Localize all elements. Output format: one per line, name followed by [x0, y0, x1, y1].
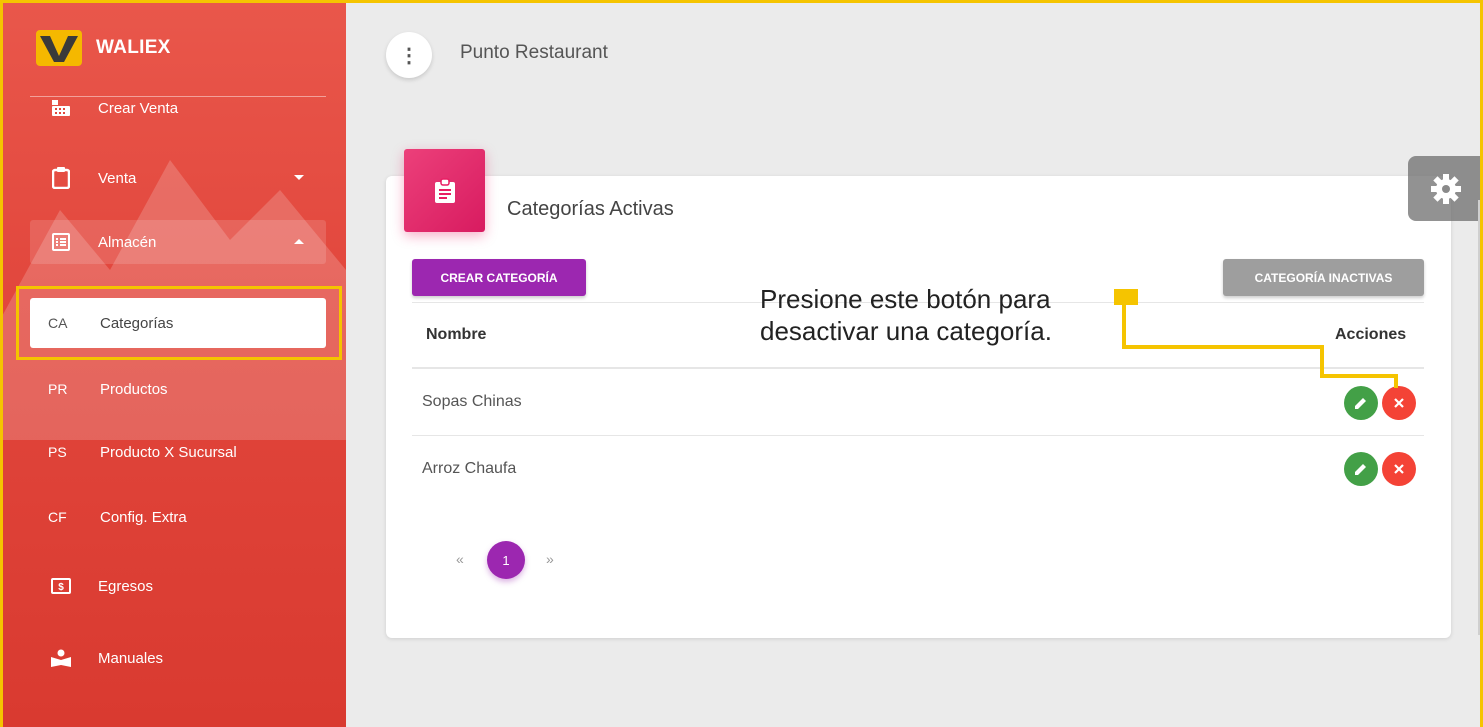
sidebar: WALIEX Crear Venta Venta Almacén CA Cate…	[0, 0, 346, 727]
callout-line	[1320, 345, 1324, 377]
pencil-icon	[1355, 398, 1366, 409]
sidebar-item-label: Almacén	[98, 233, 157, 251]
assignment-icon	[434, 177, 455, 203]
annotation-line-2: desactivar una categoría.	[760, 316, 1052, 346]
chevron-up-icon	[294, 239, 304, 244]
svg-text:$: $	[58, 582, 64, 593]
sidebar-item-label: Egresos	[98, 577, 154, 595]
categories-card	[386, 176, 1451, 638]
sidebar-item-abbr: PR	[48, 381, 68, 397]
column-header-nombre: Nombre	[426, 326, 487, 343]
sidebar-item-producto-x-sucursal[interactable]: PS Producto X Sucursal	[30, 430, 326, 474]
sidebar-item-crear-venta[interactable]: Crear Venta	[30, 86, 326, 130]
category-name: Sopas Chinas	[422, 393, 522, 410]
row-divider	[412, 435, 1424, 436]
callout-line	[1320, 374, 1398, 378]
table-header-divider	[412, 367, 1424, 369]
chevron-down-icon	[294, 175, 304, 180]
deactivate-button[interactable]	[1382, 452, 1416, 486]
callout-marker	[1114, 289, 1138, 305]
scrollbar[interactable]	[1478, 200, 1481, 635]
edit-button[interactable]	[1344, 452, 1378, 486]
sidebar-item-label: Manuales	[98, 649, 164, 667]
sidebar-item-egresos[interactable]: $ Egresos	[30, 564, 326, 608]
more-vert-icon: ⋮	[399, 44, 419, 67]
brand[interactable]: WALIEX	[36, 30, 171, 66]
list-box-icon	[50, 231, 72, 253]
close-icon	[1394, 464, 1404, 474]
sidebar-item-label: Crear Venta	[98, 99, 179, 117]
settings-tab[interactable]	[1408, 156, 1483, 221]
waliex-logo	[36, 30, 82, 66]
pagination-prev[interactable]: «	[456, 551, 464, 567]
sidebar-item-manuales[interactable]: Manuales	[30, 636, 326, 680]
card-header-icon	[404, 149, 485, 232]
annotation-line-1: Presione este botón para	[760, 284, 1051, 314]
sidebar-item-label: Config. Extra	[100, 508, 187, 526]
sidebar-item-label: Productos	[100, 380, 168, 398]
sidebar-item-abbr: PS	[48, 444, 67, 460]
sidebar-item-abbr: CF	[48, 509, 67, 525]
reader-icon	[50, 647, 72, 669]
brand-name: WALIEX	[96, 37, 171, 58]
clipboard-icon	[50, 167, 72, 189]
pagination-current-page[interactable]: 1	[487, 541, 525, 579]
tutorial-annotation: Presione este botón para desactivar una …	[760, 283, 1052, 347]
callout-line	[1122, 345, 1324, 349]
sidebar-item-productos[interactable]: PR Productos	[30, 367, 326, 411]
create-category-button[interactable]: CREAR CATEGORÍA	[412, 259, 586, 296]
sidebar-item-almacen[interactable]: Almacén	[30, 220, 326, 264]
sidebar-item-label: Producto X Sucursal	[100, 443, 237, 461]
callout-line	[1394, 374, 1398, 388]
edit-button[interactable]	[1344, 386, 1378, 420]
gear-icon	[1430, 173, 1461, 204]
column-header-acciones: Acciones	[1335, 326, 1407, 343]
category-name: Arroz Chaufa	[422, 460, 517, 477]
card-title: Categorías Activas	[507, 198, 674, 220]
categorias-highlight-box	[16, 286, 342, 360]
page-title: Punto Restaurant	[460, 42, 608, 63]
pencil-icon	[1355, 464, 1366, 475]
cash-register-icon	[50, 97, 72, 119]
sidebar-item-config-extra[interactable]: CF Config. Extra	[30, 495, 326, 539]
sidebar-item-label: Venta	[98, 169, 137, 187]
money-icon: $	[50, 575, 72, 597]
deactivate-button[interactable]	[1382, 386, 1416, 420]
close-icon	[1394, 398, 1404, 408]
inactive-categories-button[interactable]: CATEGORÍA INACTIVAS	[1223, 259, 1424, 296]
pagination-next[interactable]: »	[546, 551, 554, 567]
sidebar-item-venta[interactable]: Venta	[30, 156, 326, 200]
callout-line	[1122, 303, 1126, 348]
menu-toggle-button[interactable]: ⋮	[386, 32, 432, 78]
